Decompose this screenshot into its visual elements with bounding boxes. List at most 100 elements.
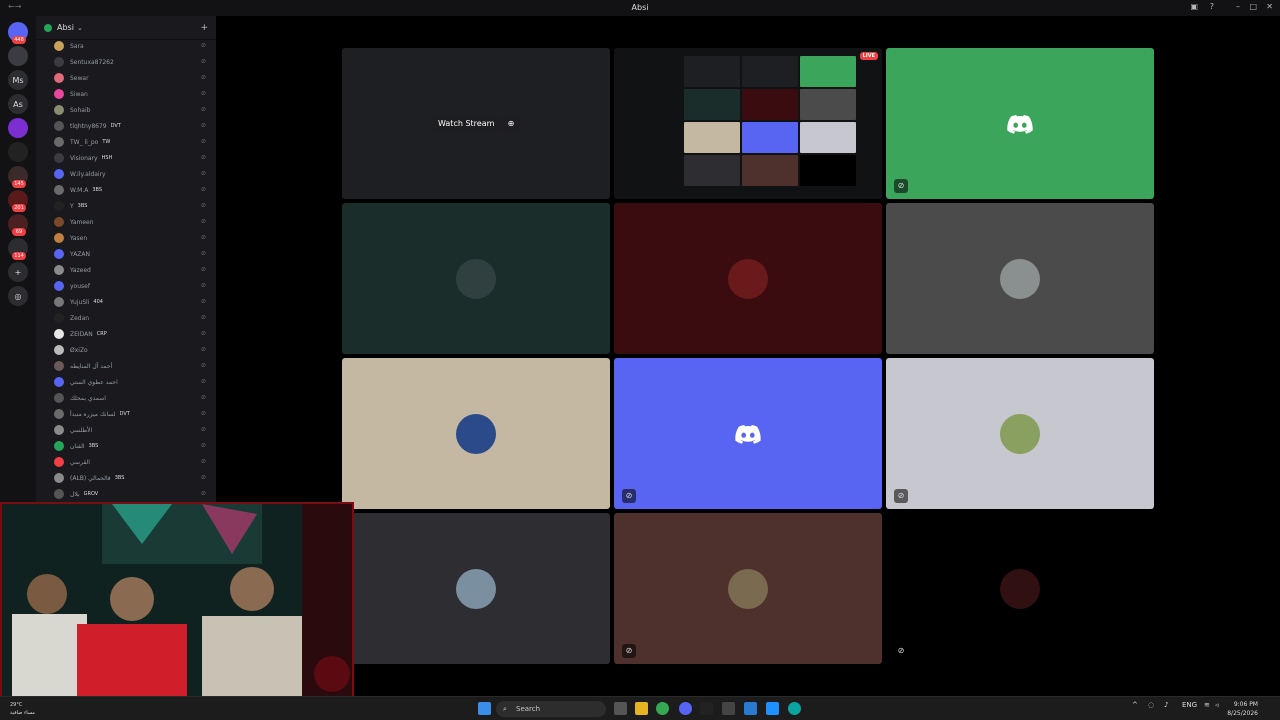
store-icon[interactable]	[744, 702, 757, 715]
participant-tile[interactable]	[614, 203, 882, 354]
mic-muted-icon: ⊘	[200, 234, 206, 241]
task-view-icon[interactable]	[614, 702, 627, 715]
member-name: Yasen	[70, 234, 88, 242]
participant-tile[interactable]	[342, 513, 610, 664]
muted-icon: ⊘	[894, 179, 908, 193]
photos-icon[interactable]	[766, 702, 779, 715]
mic-icon[interactable]: ♪	[1164, 701, 1168, 709]
member-item[interactable]: الأطلسي ⊘	[54, 422, 210, 438]
mic-muted-icon: ⊘	[200, 154, 206, 161]
guild-name: Absi	[57, 23, 74, 32]
member-name: بلال	[70, 490, 80, 498]
add-member-icon[interactable]: +	[200, 23, 208, 33]
file-explorer-icon[interactable]	[635, 702, 648, 715]
participant-tile[interactable]: Watch Stream ⊕	[342, 48, 610, 199]
edge-icon[interactable]	[788, 702, 801, 715]
participant-tile[interactable]: LIVE	[614, 48, 882, 199]
member-item[interactable]: Visionary HSH ⊘	[54, 150, 210, 166]
member-name: اسمدي بمحلك	[70, 394, 106, 402]
preview-cell	[800, 155, 856, 186]
zoom-icon[interactable]: ⊕	[502, 115, 520, 133]
participant-tile[interactable]	[342, 203, 610, 354]
member-item[interactable]: Yazeed ⊘	[54, 262, 210, 278]
member-item[interactable]: W.ily.aldairy ⊘	[54, 166, 210, 182]
mic-muted-icon: ⊘	[200, 426, 206, 433]
member-item[interactable]: Yasen ⊘	[54, 230, 210, 246]
participant-tile[interactable]: ⊘	[886, 513, 1154, 664]
member-item[interactable]: Siwan ⊘	[54, 86, 210, 102]
mic-muted-icon: ⊘	[200, 442, 206, 449]
member-item[interactable]: أحمد آل المنايطه ⊘	[54, 358, 210, 374]
avatar	[54, 137, 64, 147]
help-icon[interactable]: ?	[1210, 2, 1214, 11]
member-item[interactable]: لسانك ميزره منبدأ DVT ⊘	[54, 406, 210, 422]
mic-muted-icon: ⊘	[200, 58, 206, 65]
server-icon[interactable]	[8, 118, 28, 138]
avatar	[54, 217, 64, 227]
watch-stream-button[interactable]: Watch Stream	[432, 115, 501, 133]
mic-muted-icon: ⊘	[200, 298, 206, 305]
search-box[interactable]: ⌕ Search	[496, 701, 606, 717]
add-server-icon[interactable]: +	[8, 262, 28, 282]
avatar	[54, 425, 64, 435]
member-item[interactable]: Sohaib ⊘	[54, 102, 210, 118]
language-indicator[interactable]: ENG	[1182, 701, 1197, 709]
member-item[interactable]: (ALB) فالحمالي 3BS ⊘	[54, 470, 210, 486]
discord-taskbar-icon[interactable]	[679, 702, 692, 715]
weather-widget[interactable]: 29°C مساء صافية	[10, 701, 35, 717]
guild-header[interactable]: Absi ⌄ +	[36, 16, 216, 40]
server-icon[interactable]: As	[8, 94, 28, 114]
app-icon-2[interactable]	[722, 702, 735, 715]
member-item[interactable]: YAZAN ⊘	[54, 246, 210, 262]
member-item[interactable]: Zedan ⊘	[54, 310, 210, 326]
server-badge: 69	[12, 228, 26, 236]
member-item[interactable]: W.M.A 3BS ⊘	[54, 182, 210, 198]
member-item[interactable]: yousef ⊘	[54, 278, 210, 294]
member-item[interactable]: الفنان 3BS ⊘	[54, 438, 210, 454]
maximize-button[interactable]: □	[1249, 2, 1257, 11]
server-icon[interactable]	[8, 142, 28, 162]
start-icon[interactable]	[478, 702, 491, 715]
volume-icon[interactable]: ◃	[1215, 701, 1219, 709]
network-icon[interactable]: ◌	[1148, 701, 1154, 709]
member-item[interactable]: YujuSli 404 ⊘	[54, 294, 210, 310]
inbox-icon[interactable]: ▣	[1190, 2, 1198, 11]
explore-icon[interactable]: ◎	[8, 286, 28, 306]
wifi-icon[interactable]: ≋	[1204, 701, 1210, 709]
member-item[interactable]: بلال GROV ⊘	[54, 486, 210, 502]
member-item[interactable]: القرسي ⊘	[54, 454, 210, 470]
member-item[interactable]: Sewar ⊘	[54, 70, 210, 86]
close-button[interactable]: ✕	[1266, 2, 1273, 11]
member-item[interactable]: ZEIDAN CRP ⊘	[54, 326, 210, 342]
member-item[interactable]: ØxiZo ⊘	[54, 342, 210, 358]
member-name: الأطلسي	[70, 426, 93, 434]
tray-chevron-icon[interactable]: ^	[1132, 701, 1138, 709]
member-name: Sohaib	[70, 106, 91, 114]
member-item[interactable]: Sara ⊘	[54, 38, 210, 54]
member-item[interactable]: Y 3BS ⊘	[54, 198, 210, 214]
participant-tile[interactable]: ⊘	[886, 48, 1154, 199]
participant-tile[interactable]	[342, 358, 610, 509]
mic-muted-icon: ⊘	[200, 362, 206, 369]
member-item[interactable]: tlqhtny8679 DVT ⊘	[54, 118, 210, 134]
discord-logo-icon	[735, 424, 761, 444]
member-item[interactable]: Yameen ⊘	[54, 214, 210, 230]
server-icon[interactable]	[8, 46, 28, 66]
member-item[interactable]: اسمدي بمحلك ⊘	[54, 390, 210, 406]
participant-tile[interactable]: ⊘	[886, 358, 1154, 509]
member-name: القرسي	[70, 458, 90, 466]
avatar	[54, 409, 64, 419]
app-icon[interactable]	[700, 702, 713, 715]
avatar	[54, 489, 64, 499]
member-item[interactable]: Sentuxa87262 ⊘	[54, 54, 210, 70]
participant-tile[interactable]: ⊘	[614, 513, 882, 664]
participant-tile[interactable]	[886, 203, 1154, 354]
chrome-icon[interactable]	[656, 702, 669, 715]
participant-tile[interactable]: ⊘	[614, 358, 882, 509]
member-item[interactable]: TW_ li_po TW ⊘	[54, 134, 210, 150]
mic-muted-icon: ⊘	[200, 106, 206, 113]
clock[interactable]: 9:06 PM 8/25/2026	[1227, 700, 1258, 718]
server-icon[interactable]: Ms	[8, 70, 28, 90]
member-item[interactable]: احمد عطوي الستي ⊘	[54, 374, 210, 390]
minimize-button[interactable]: –	[1236, 2, 1240, 11]
